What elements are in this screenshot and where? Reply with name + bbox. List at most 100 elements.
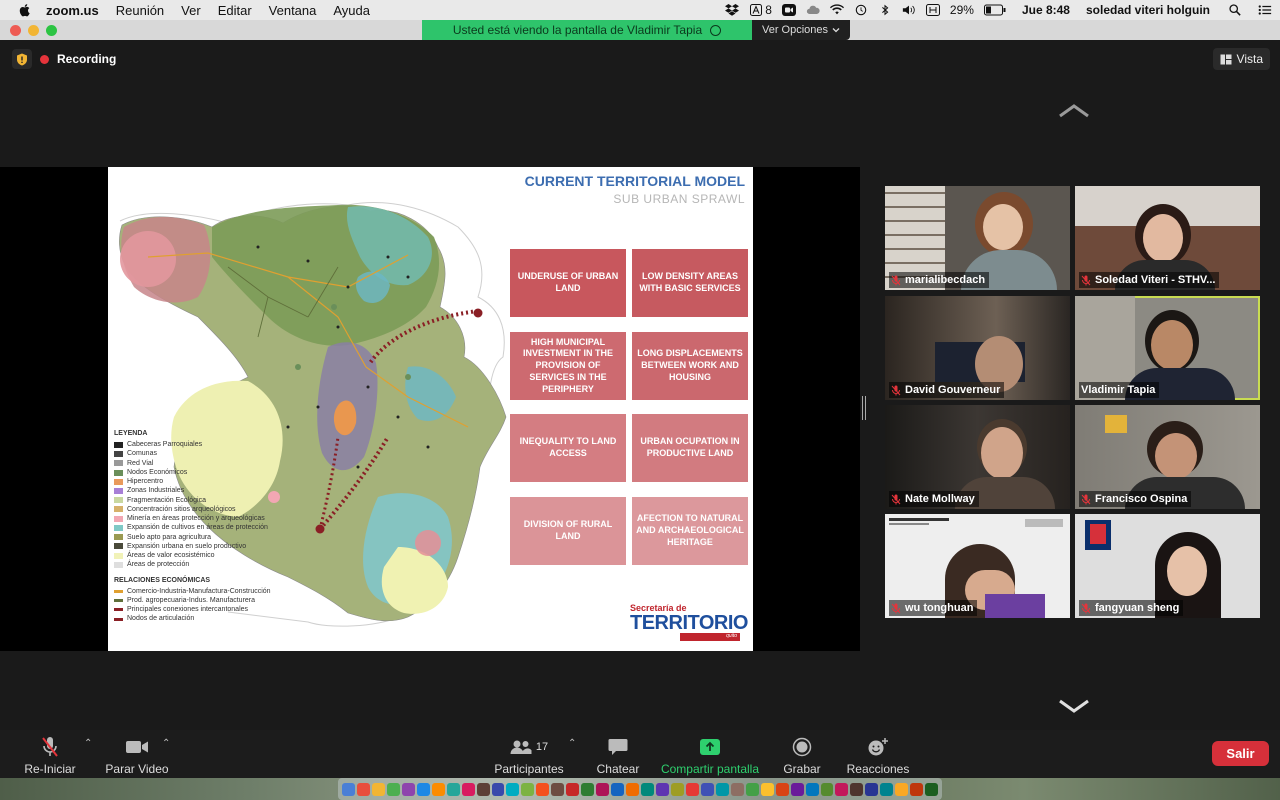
legend-swatch [114,561,123,568]
search-icon[interactable] [1228,4,1242,16]
recording-indicator[interactable]: Recording [12,48,116,70]
macos-dock [338,778,942,800]
share-screen-button[interactable]: Compartir pantalla [660,736,760,776]
app-menu[interactable]: zoom.us [46,3,99,18]
dock-app-icon[interactable] [910,782,924,796]
video-tile[interactable]: marialibecdach [885,186,1070,290]
participant-name: David Gouverneur [905,384,1001,396]
viewing-share-banner: Usted está viendo la pantalla de Vladimi… [422,20,752,40]
keyboard-input-icon[interactable] [925,4,940,16]
dock-app-icon[interactable] [566,782,580,796]
dropbox-icon[interactable] [725,4,740,16]
wifi-icon[interactable] [829,4,844,16]
video-tile-active-speaker[interactable]: Vladimir Tapia [1075,296,1260,400]
video-button[interactable]: Parar Video [104,736,170,776]
view-options-button[interactable]: Ver Opciones [752,20,850,40]
creative-cloud-icon[interactable] [806,4,820,16]
volume-icon[interactable] [902,4,916,16]
audio-options-chevron[interactable]: ⌃ [84,738,92,749]
dock-app-icon[interactable] [611,782,625,796]
leave-meeting-button[interactable]: Salir [1212,741,1269,766]
dock-app-icon[interactable] [476,782,490,796]
minimize-window-button[interactable] [28,25,39,36]
legend-row: Prod. agropecuaria-Indus. Manufacturera [114,596,271,605]
participants-options-chevron[interactable]: ⌃ [568,738,576,749]
dock-app-icon[interactable] [536,782,550,796]
dock-app-icon[interactable] [850,782,864,796]
dock-app-icon[interactable] [700,782,714,796]
dock-app-icon[interactable] [925,782,939,796]
apple-icon[interactable] [18,3,32,17]
chevron-up-icon[interactable] [1058,103,1090,119]
dock-app-icon[interactable] [506,782,520,796]
dock-app-icon[interactable] [431,782,445,796]
menu-ver[interactable]: Ver [181,3,201,18]
dock-app-icon[interactable] [730,782,744,796]
legend-swatch [114,515,123,522]
video-tile[interactable]: fangyuan sheng [1075,514,1260,618]
dock-app-icon[interactable] [775,782,789,796]
record-button[interactable]: Grabar [780,736,824,776]
menu-ayuda[interactable]: Ayuda [333,3,370,18]
close-window-button[interactable] [10,25,21,36]
video-options-chevron[interactable]: ⌃ [162,738,170,749]
dock-app-icon[interactable] [521,782,535,796]
dock-app-icon[interactable] [491,782,505,796]
zoom-window-button[interactable] [46,25,57,36]
video-tile[interactable]: Soledad Viteri - STHV... [1075,186,1260,290]
reactions-button[interactable]: Reacciones [846,736,910,776]
chat-button[interactable]: Chatear [594,736,642,776]
dock-app-icon[interactable] [342,782,355,796]
legend-row: Hipercentro [114,477,271,486]
record-icon [792,737,812,757]
dock-app-icon[interactable] [581,782,595,796]
dock-app-icon[interactable] [596,782,610,796]
dock-app-icon[interactable] [386,782,400,796]
menu-reunion[interactable]: Reunión [116,3,164,18]
dock-app-icon[interactable] [745,782,759,796]
legend-label: Hipercentro [127,478,164,486]
participants-button[interactable]: 17 Participantes [494,736,564,776]
dock-app-icon[interactable] [820,782,834,796]
time-machine-icon[interactable] [854,4,868,16]
dock-app-icon[interactable] [551,782,565,796]
dock-app-icon[interactable] [401,782,415,796]
battery-icon[interactable] [983,4,1006,16]
dock-app-icon[interactable] [865,782,879,796]
video-tile[interactable]: David Gouverneur [885,296,1070,400]
dock-app-icon[interactable] [626,782,640,796]
clock[interactable]: Jue 8:48 [1022,3,1070,17]
current-user[interactable]: soledad viteri holguin [1086,3,1210,17]
resize-divider-handle[interactable] [862,396,866,420]
dock-app-icon[interactable] [461,782,475,796]
legend-label: Nodos de articulación [127,615,195,623]
menu-ventana[interactable]: Ventana [269,3,317,18]
bluetooth-icon[interactable] [878,4,892,16]
dock-app-icon[interactable] [371,782,385,796]
dock-app-icon[interactable] [835,782,849,796]
video-tile[interactable]: Nate Mollway [885,405,1070,509]
dock-app-icon[interactable] [641,782,655,796]
video-tile[interactable]: wu tonghuan [885,514,1070,618]
dock-app-icon[interactable] [895,782,909,796]
adobe-status-icon[interactable]: 8 [749,3,772,17]
dock-app-icon[interactable] [805,782,819,796]
dock-app-icon[interactable] [670,782,684,796]
view-button[interactable]: Vista [1212,48,1270,70]
chevron-down-icon[interactable] [1058,698,1090,714]
dock-app-icon[interactable] [656,782,669,796]
legend-label: Nodos Económicos [127,468,188,476]
menu-editar[interactable]: Editar [218,3,252,18]
dock-app-icon[interactable] [356,782,370,796]
dock-app-icon[interactable] [685,782,699,796]
security-shield-icon[interactable] [12,49,32,69]
dock-app-icon[interactable] [715,782,729,796]
dock-app-icon[interactable] [416,782,430,796]
video-tile[interactable]: Francisco Ospina [1075,405,1260,509]
dock-app-icon[interactable] [446,782,460,796]
zoom-status-icon[interactable] [781,4,796,16]
dock-app-icon[interactable] [760,782,774,796]
dock-app-icon[interactable] [880,782,894,796]
dock-app-icon[interactable] [790,782,804,796]
notification-center-icon[interactable] [1258,4,1272,16]
